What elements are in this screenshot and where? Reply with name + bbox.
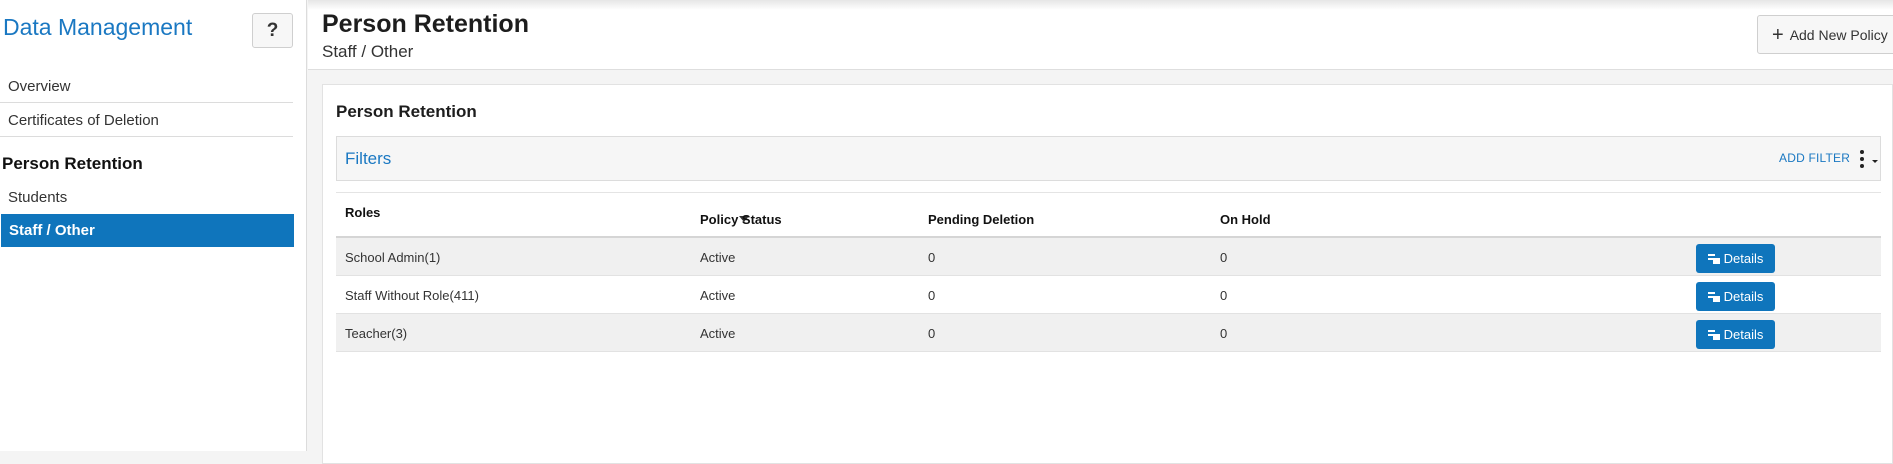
add-new-policy-button[interactable]: + Add New Policy <box>1757 15 1893 54</box>
plus-icon: + <box>1772 23 1784 46</box>
add-new-policy-label: Add New Policy <box>1789 26 1888 43</box>
sidebar-item-staff-other[interactable]: Staff / Other <box>1 214 294 247</box>
table-row: Teacher(3) Active 0 0 Details <box>336 314 1881 352</box>
sidebar-item-students[interactable]: Students <box>0 181 293 214</box>
hold-cell: 0 <box>1220 326 1228 341</box>
pending-cell: 0 <box>928 288 936 303</box>
column-header-roles[interactable]: Roles <box>345 205 380 220</box>
details-label: Details <box>1723 327 1764 342</box>
filters-bar: Filters ADD FILTER <box>336 136 1881 181</box>
pending-cell: 0 <box>928 250 936 265</box>
table-header: Roles Policy Status Pending Deletion On … <box>336 192 1881 238</box>
column-header-policy-status[interactable]: Policy Status <box>700 212 782 227</box>
sidebar: Data Management ? Overview Certificates … <box>0 0 307 451</box>
sidebar-item-overview[interactable]: Overview <box>0 70 293 103</box>
status-cell: Active <box>700 250 736 265</box>
status-cell: Active <box>700 288 736 303</box>
sidebar-title: Data Management <box>3 14 193 40</box>
details-button[interactable]: Details <box>1696 244 1775 273</box>
retention-panel: Person Retention Filters ADD FILTER Role… <box>322 84 1893 464</box>
filters-label[interactable]: Filters <box>345 149 391 169</box>
table-row: School Admin(1) Active 0 0 Details <box>336 238 1881 276</box>
sidebar-section-title: Person Retention <box>2 154 143 173</box>
details-button[interactable]: Details <box>1696 320 1775 349</box>
status-cell: Active <box>700 326 736 341</box>
details-label: Details <box>1723 289 1764 304</box>
details-icon <box>1707 329 1720 340</box>
more-options-icon[interactable] <box>1857 149 1887 169</box>
details-label: Details <box>1723 251 1764 266</box>
column-header-on-hold[interactable]: On Hold <box>1220 212 1271 227</box>
pending-cell: 0 <box>928 326 936 341</box>
sidebar-item-certificates-of-deletion[interactable]: Certificates of Deletion <box>0 104 293 137</box>
help-button[interactable]: ? <box>252 13 293 48</box>
page-title: Person Retention <box>322 10 529 38</box>
details-icon <box>1707 291 1720 302</box>
details-button[interactable]: Details <box>1696 282 1775 311</box>
header-shadow <box>308 0 1893 10</box>
table-row: Staff Without Role(411) Active 0 0 Detai… <box>336 276 1881 314</box>
panel-title: Person Retention <box>336 102 477 121</box>
hold-cell: 0 <box>1220 288 1228 303</box>
role-cell: School Admin(1) <box>345 250 441 265</box>
hold-cell: 0 <box>1220 250 1228 265</box>
details-icon <box>1707 253 1720 264</box>
role-cell: Teacher(3) <box>345 326 408 341</box>
add-filter-button[interactable]: ADD FILTER <box>1779 151 1850 165</box>
column-header-pending-deletion[interactable]: Pending Deletion <box>928 212 1034 227</box>
role-cell: Staff Without Role(411) <box>345 288 479 303</box>
page-subtitle: Staff / Other <box>322 42 414 61</box>
retention-table: Roles Policy Status Pending Deletion On … <box>336 192 1881 352</box>
page-header: Person Retention Staff / Other + Add New… <box>308 0 1893 70</box>
